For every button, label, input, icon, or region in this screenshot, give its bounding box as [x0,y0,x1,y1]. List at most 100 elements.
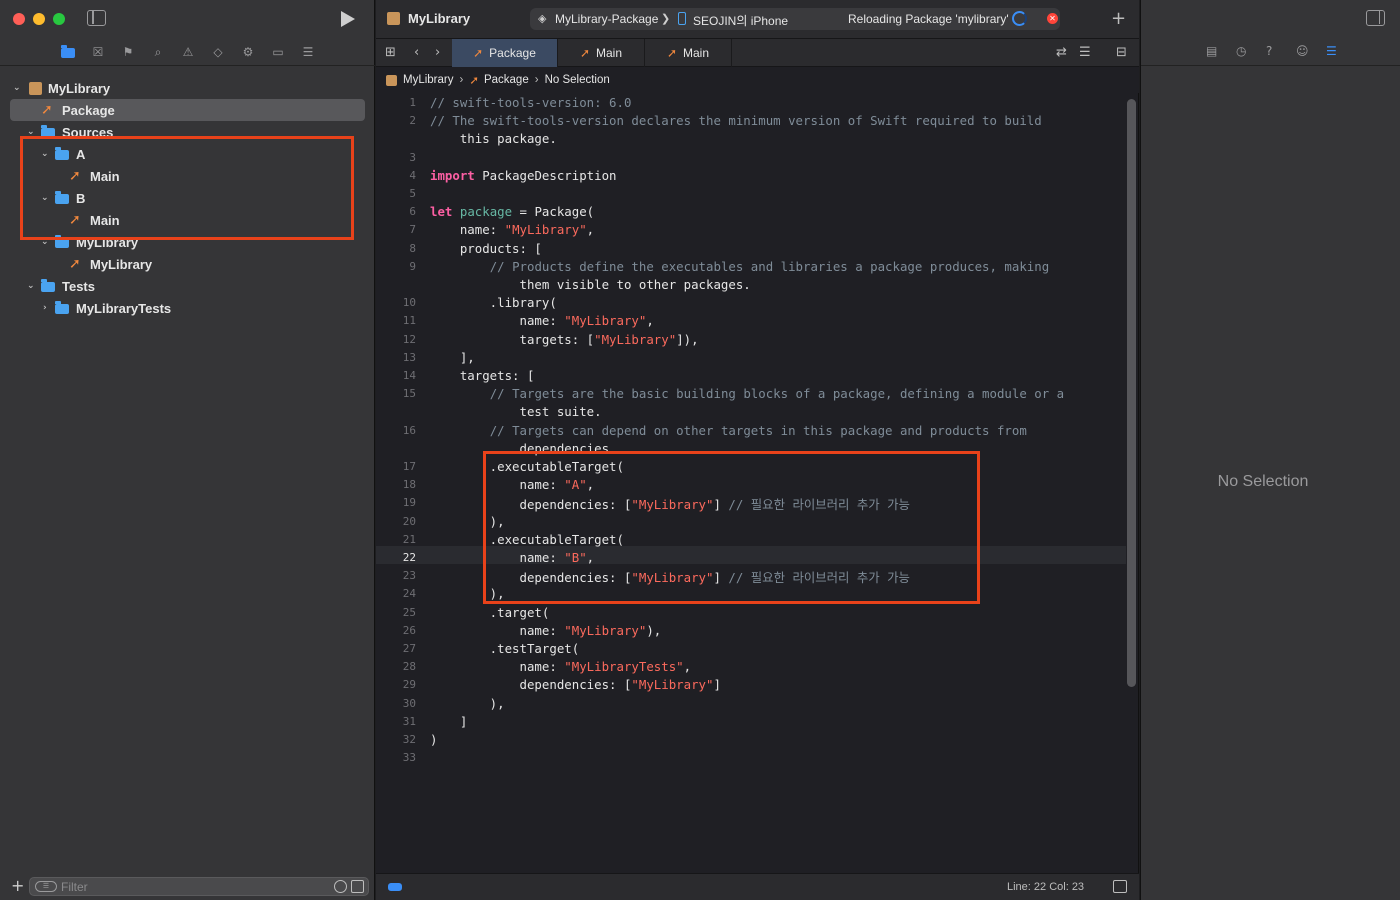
tree-item-mylibrary-root[interactable]: ⌄ MyLibrary [10,77,365,99]
annotation-box [20,136,354,240]
iphone-icon [678,12,686,25]
find-navigator-icon[interactable]: ⌕ [150,44,166,60]
tab-main-2[interactable]: ➚ Main [645,39,732,67]
inspector-toggle-icon[interactable] [1366,10,1385,26]
recent-files-icon[interactable] [334,880,347,893]
report-navigator-icon[interactable]: ☰ [300,44,316,60]
bookmark-navigator-icon[interactable]: ⚑ [120,44,136,60]
attributes-inspector-icon[interactable]: ☰ [1326,44,1337,58]
tree-item-label: MyLibraryTests [76,300,172,316]
tree-item-label: Tests [62,278,95,294]
zoom-window-button[interactable] [53,13,65,25]
code-line: .testTarget( [430,641,580,656]
code-line: ), [430,695,505,711]
code-line: dependencies: ["MyLibrary"] [430,677,721,693]
line-number: 4 [409,168,416,182]
hide-debug-area-icon[interactable] [1113,880,1127,893]
line-number: 27 [402,642,416,655]
error-stop-icon[interactable]: ✕ [1047,13,1058,24]
chevron-right-icon[interactable]: › [43,303,53,313]
breadcrumb-separator: › [534,74,539,86]
code-line: .library( [430,295,557,311]
project-title: MyLibrary [408,11,471,26]
add-icon[interactable]: + [11,876,24,895]
line-number: 13 [402,350,416,364]
code-line: name: "MyLibraryTests", [430,659,692,675]
chevron-down-icon[interactable]: ⌄ [27,281,37,291]
source-control-filter-icon[interactable] [351,880,364,893]
related-items-icon[interactable]: ⊞ [385,45,396,60]
filter-field[interactable]: ☰ [29,877,369,896]
code-line: targets: [ [430,368,535,383]
tree-item-mylibrarytests[interactable]: › MyLibraryTests [10,297,365,319]
line-number: 16 [402,423,416,437]
debug-area-toggle-icon[interactable] [388,883,402,891]
file-inspector-icon[interactable]: ▤ [1206,44,1217,58]
vertical-scrollbar[interactable] [1127,99,1136,687]
navigator-selector-bar: ☒ ⚑ ⌕ ⚠ ◇ ⚙ ▭ ☰ [0,38,375,66]
tree-item-label: Package [62,102,115,118]
run-button[interactable] [341,11,355,27]
add-icon[interactable]: + [1111,8,1126,29]
editor-tab-bar: ⊞ ‹ › ➚ Package ➚ Main ➚ Main ⇄ ☰ ⊟ [376,38,1139,67]
breadcrumb-separator: › [459,74,464,86]
editor-status-bar: Line: 22 Col: 23 [376,873,1139,900]
tab-label: Main [683,46,710,60]
line-number: 29 [402,678,416,692]
split-editor-icon[interactable]: ⊟ [1116,45,1127,60]
tree-item-package[interactable]: ➚ Package [10,99,365,121]
swap-icon[interactable]: ⇄ [1056,45,1067,60]
issue-navigator-icon[interactable]: ⚠ [180,44,196,60]
line-number: 24 [402,587,416,601]
code-line: ], [430,349,475,365]
run-destination-selector[interactable]: SEOJIN의 iPhone [693,12,788,29]
window-toolbar: MyLibrary ◈ MyLibrary-Package ❯ SEOJIN의 … [376,0,1139,38]
tab-label: Package [489,46,536,60]
line-number: 18 [402,478,416,492]
folder-icon [41,279,55,292]
breadcrumb-symbol[interactable]: No Selection [545,74,610,86]
code-line: name: "MyLibrary"), [430,622,662,638]
filter-input[interactable] [61,879,321,895]
forward-chevron-icon[interactable]: › [435,45,440,60]
breadcrumb-project[interactable]: MyLibrary [403,74,453,86]
tree-item-label: MyLibrary [90,256,153,272]
tab-main-1[interactable]: ➚ Main [558,39,645,67]
tab-package[interactable]: ➚ Package [452,39,558,67]
line-number: 8 [409,241,416,255]
code-line: name: "MyLibrary", [430,313,654,329]
line-number: 15 [402,387,416,401]
source-control-navigator-icon[interactable]: ☒ [90,44,106,60]
minimize-window-button[interactable] [33,13,45,25]
accessibility-inspector-icon[interactable]: ☺ [1296,44,1309,58]
line-number: 20 [402,514,416,528]
navigator-toolbar [0,0,375,38]
sidebar-toggle-icon[interactable] [87,10,106,26]
line-number: 19 [402,496,416,510]
code-line: // Targets are the basic building blocks… [489,386,1065,402]
code-line: ] [430,713,468,729]
chevron-down-icon[interactable]: ⌄ [13,83,23,93]
editor-options-icon[interactable]: ☰ [1079,45,1091,60]
tree-item-mylibrary-file[interactable]: ➚ MyLibrary [10,253,365,275]
swift-file-icon: ➚ [41,102,53,118]
line-number: 21 [402,532,416,546]
test-navigator-icon[interactable]: ◇ [210,44,226,60]
project-navigator-icon[interactable] [60,44,76,60]
progress-spinner-icon [1012,11,1027,26]
debug-navigator-icon[interactable]: ⚙ [240,44,256,60]
tree-item-tests[interactable]: ⌄ Tests [10,275,365,297]
scheme-selector[interactable]: MyLibrary-Package [555,12,658,26]
line-number: 26 [402,623,416,637]
line-number: 30 [402,696,416,710]
back-chevron-icon[interactable]: ‹ [414,45,419,60]
history-inspector-icon[interactable]: ◷ [1236,44,1246,58]
close-window-button[interactable] [13,13,25,25]
breadcrumb-file[interactable]: Package [484,74,529,86]
package-icon [387,12,400,25]
breakpoint-navigator-icon[interactable]: ▭ [270,44,286,60]
activity-status: Reloading Package 'mylibrary' [848,12,1009,26]
quick-help-icon[interactable]: ? [1266,44,1272,58]
line-number: 32 [402,733,416,746]
code-line: .target( [430,604,550,620]
